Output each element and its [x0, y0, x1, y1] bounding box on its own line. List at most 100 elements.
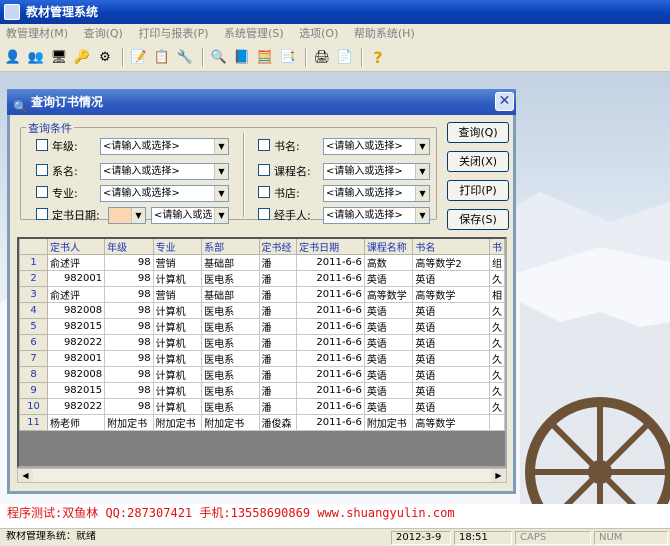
table-cell[interactable]: 982008: [46, 302, 106, 319]
edit-form-icon[interactable]: 📝: [129, 47, 149, 68]
table-row[interactable]: 11 杨老师 附加定书 附加定书 附加定书 潘俊森 2011-6-6 附加定书 高等数学: [19, 414, 506, 431]
table-cell[interactable]: 基础部: [201, 254, 260, 271]
table-cell[interactable]: 潘: [258, 318, 298, 335]
chevron-down-icon[interactable]: ▼: [214, 186, 228, 201]
table-cell[interactable]: 98: [104, 270, 154, 287]
department-combo[interactable]: <请输入或选择> ▼: [100, 163, 229, 180]
table-cell[interactable]: 医电系: [201, 366, 260, 383]
chevron-down-icon[interactable]: ▼: [214, 208, 228, 223]
row-number[interactable]: 8: [19, 366, 48, 383]
table-cell[interactable]: 医电系: [201, 334, 260, 351]
computer-icon[interactable]: 🖥: [49, 47, 69, 68]
table-cell[interactable]: 营销: [152, 286, 203, 303]
table-cell[interactable]: 附加定书: [201, 414, 260, 431]
row-number[interactable]: 7: [19, 350, 48, 367]
table-cell[interactable]: 附加定书: [152, 414, 203, 431]
users-icon[interactable]: 👥: [26, 47, 46, 68]
table-cell[interactable]: 医电系: [201, 318, 260, 335]
table-cell[interactable]: 久: [488, 366, 506, 383]
table-cell[interactable]: 潘: [258, 366, 298, 383]
chevron-down-icon[interactable]: ▼: [415, 164, 429, 179]
print-preview-icon[interactable]: 📄: [335, 47, 355, 68]
tools-icon[interactable]: 🔧: [175, 47, 195, 68]
order-date-picker[interactable]: ▼: [108, 207, 146, 224]
table-cell[interactable]: 2011-6-6: [296, 398, 365, 415]
table-cell[interactable]: 英语: [412, 302, 490, 319]
close-icon[interactable]: ✕: [495, 92, 514, 111]
row-number[interactable]: 5: [19, 318, 48, 335]
table-cell[interactable]: 英语: [412, 318, 490, 335]
table-cell[interactable]: 潘: [258, 270, 298, 287]
table-cell[interactable]: 久: [488, 302, 506, 319]
book-name-combo[interactable]: <请输入或选择> ▼: [323, 138, 430, 155]
close-button[interactable]: 关闭(X): [447, 151, 509, 172]
table-cell[interactable]: 高等数学: [412, 414, 490, 431]
order-date-combo[interactable]: <请输入或选 ▼: [151, 207, 229, 224]
table-cell[interactable]: 医电系: [201, 398, 260, 415]
calculator-icon[interactable]: 🧮: [255, 47, 275, 68]
row-number[interactable]: 11: [19, 414, 48, 431]
course-name-checkbox[interactable]: [258, 164, 270, 176]
bookstore-combo[interactable]: <请输入或选择> ▼: [323, 185, 430, 202]
table-cell[interactable]: 久: [488, 350, 506, 367]
menu-item-query[interactable]: 查询(Q): [78, 24, 129, 44]
grade-checkbox[interactable]: [36, 139, 48, 151]
horizontal-scrollbar[interactable]: ◀ ▶: [17, 468, 507, 483]
table-cell[interactable]: 英语: [363, 270, 414, 287]
table-cell[interactable]: 英语: [412, 350, 490, 367]
table-cell[interactable]: 久: [488, 334, 506, 351]
query-button[interactable]: 查询(Q): [447, 122, 509, 143]
table-cell[interactable]: 计算机: [152, 318, 203, 335]
table-cell[interactable]: 2011-6-6: [296, 414, 365, 431]
table-cell[interactable]: 相: [488, 286, 506, 303]
row-number[interactable]: 3: [19, 286, 48, 303]
table-cell[interactable]: 2011-6-6: [296, 318, 365, 335]
chevron-down-icon[interactable]: ▼: [415, 139, 429, 154]
column-header[interactable]: 年级: [104, 239, 154, 255]
table-cell[interactable]: 98: [104, 382, 154, 399]
table-cell[interactable]: 英语: [363, 366, 414, 383]
key-icon[interactable]: 🔑: [72, 47, 92, 68]
book-icon[interactable]: 📘: [232, 47, 252, 68]
table-cell[interactable]: 2011-6-6: [296, 254, 365, 271]
table-row[interactable]: 9 982015 98 计算机 医电系潘 2011-6-6 英语 英语久: [19, 382, 506, 399]
app-title-bar[interactable]: 教材管理系统: [0, 0, 670, 24]
order-date-checkbox[interactable]: [36, 208, 48, 220]
help-icon[interactable]: ?: [368, 47, 388, 68]
table-cell[interactable]: 组: [488, 254, 506, 271]
table-cell[interactable]: 英语: [412, 270, 490, 287]
handler-checkbox[interactable]: [258, 208, 270, 220]
chevron-down-icon[interactable]: ▼: [214, 164, 228, 179]
table-cell[interactable]: 计算机: [152, 302, 203, 319]
table-cell[interactable]: 2011-6-6: [296, 350, 365, 367]
menu-item-manage[interactable]: 教管理材(M): [0, 24, 74, 44]
bookstore-checkbox[interactable]: [258, 186, 270, 198]
chevron-down-icon[interactable]: ▼: [214, 139, 228, 154]
chevron-down-icon[interactable]: ▼: [131, 208, 145, 223]
table-cell[interactable]: 98: [104, 366, 154, 383]
table-cell[interactable]: 高等数学: [363, 286, 414, 303]
menu-item-options[interactable]: 选项(O): [293, 24, 344, 44]
table-cell[interactable]: 潘: [258, 398, 298, 415]
table-cell[interactable]: 久: [488, 398, 506, 415]
row-number[interactable]: 9: [19, 382, 48, 399]
department-checkbox[interactable]: [36, 164, 48, 176]
dialog-title-bar[interactable]: 🔍 查询订书情况 ✕: [7, 89, 516, 115]
row-number[interactable]: 6: [19, 334, 48, 351]
table-cell[interactable]: 英语: [363, 350, 414, 367]
table-cell[interactable]: 潘: [258, 382, 298, 399]
results-grid[interactable]: 定书人 年级 专业 系部 定书经 定书日期 课程名称 书名 书 1 俞述评 98 营销…: [17, 237, 507, 468]
table-cell[interactable]: 医电系: [201, 382, 260, 399]
table-cell[interactable]: 英语: [412, 334, 490, 351]
table-cell[interactable]: 98: [104, 350, 154, 367]
table-cell[interactable]: 计算机: [152, 366, 203, 383]
table-row[interactable]: 6 982022 98 计算机 医电系潘 2011-6-6 英语 英语久: [19, 334, 506, 351]
table-cell[interactable]: 潘: [258, 334, 298, 351]
table-cell[interactable]: 英语: [363, 398, 414, 415]
column-header[interactable]: 定书人: [46, 239, 106, 255]
table-cell[interactable]: 2011-6-6: [296, 382, 365, 399]
search-icon[interactable]: 🔍: [209, 47, 229, 68]
menu-item-help[interactable]: 帮助系统(H): [348, 24, 421, 44]
table-cell[interactable]: 高等数学2: [412, 254, 490, 271]
table-cell[interactable]: 潘俊森: [258, 414, 298, 431]
